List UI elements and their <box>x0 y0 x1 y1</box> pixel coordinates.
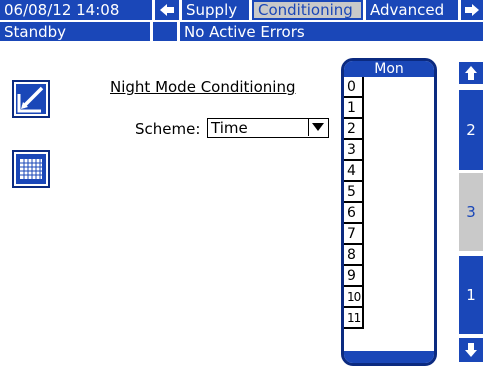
page-scrollbar: 2 3 1 <box>459 60 483 365</box>
calendar-icon <box>20 159 42 179</box>
tab-supply[interactable]: Supply <box>182 0 249 20</box>
page-label-2: 2 <box>466 121 476 139</box>
arrow-right-icon <box>465 4 479 16</box>
dropdown-arrow[interactable] <box>308 119 328 136</box>
tab-prev-button[interactable] <box>155 0 179 20</box>
error-text: No Active Errors <box>184 22 305 41</box>
content-area: Night Mode Conditioning Scheme: Time Mon… <box>0 58 483 366</box>
day-schedule[interactable]: Mon 0 1 2 3 4 5 6 7 8 9 10 11 <box>341 58 437 366</box>
hour-row-4[interactable]: 4 <box>344 161 364 182</box>
edit-button[interactable] <box>12 80 50 118</box>
tab-next-button[interactable] <box>461 0 483 20</box>
scheme-value: Time <box>211 119 248 137</box>
hour-row-3[interactable]: 3 <box>344 140 364 161</box>
arrow-left-icon <box>160 4 174 16</box>
status-bar: Standby <box>0 22 150 41</box>
arrow-up-icon <box>465 66 477 80</box>
status-text: Standby <box>4 22 67 41</box>
day-footer <box>344 351 434 363</box>
day-header: Mon <box>344 61 434 77</box>
page-button-2[interactable]: 2 <box>459 90 483 170</box>
scroll-up-button[interactable] <box>459 62 483 84</box>
page-title: Night Mode Conditioning <box>110 78 296 96</box>
calendar-button[interactable] <box>12 150 50 188</box>
hour-row-7[interactable]: 7 <box>344 224 364 245</box>
page-button-1[interactable]: 1 <box>459 256 483 334</box>
tab-supply-label: Supply <box>186 1 238 19</box>
tab-conditioning-label: Conditioning <box>258 1 353 19</box>
hour-row-6[interactable]: 6 <box>344 203 364 224</box>
datetime-text: 06/08/12 14:08 <box>4 1 120 19</box>
tab-conditioning[interactable]: Conditioning <box>252 0 363 20</box>
hour-row-9[interactable]: 9 <box>344 266 364 287</box>
hour-row-0[interactable]: 0 <box>344 77 364 98</box>
hour-row-11[interactable]: 11 <box>344 308 364 329</box>
tab-advanced-label: Advanced <box>370 1 445 19</box>
error-bar: No Active Errors <box>180 22 483 41</box>
status-indicator <box>153 22 177 41</box>
page-label-3: 3 <box>466 203 476 221</box>
chevron-down-icon <box>312 123 324 131</box>
scroll-down-button[interactable] <box>459 338 483 362</box>
scheme-select[interactable]: Time <box>207 118 329 138</box>
screen: 06/08/12 14:08 Supply Conditioning Advan… <box>0 0 483 366</box>
hour-row-1[interactable]: 1 <box>344 98 364 119</box>
hour-row-5[interactable]: 5 <box>344 182 364 203</box>
hour-row-8[interactable]: 8 <box>344 245 364 266</box>
page-button-3[interactable]: 3 <box>459 173 483 251</box>
hour-row-2[interactable]: 2 <box>344 119 364 140</box>
arrow-down-icon <box>465 343 477 357</box>
scheme-label: Scheme: <box>135 120 201 138</box>
datetime-display: 06/08/12 14:08 <box>0 0 152 20</box>
tab-advanced[interactable]: Advanced <box>366 0 458 20</box>
page-label-1: 1 <box>466 286 476 304</box>
edit-icon <box>17 86 44 113</box>
hour-row-10[interactable]: 10 <box>344 287 364 308</box>
